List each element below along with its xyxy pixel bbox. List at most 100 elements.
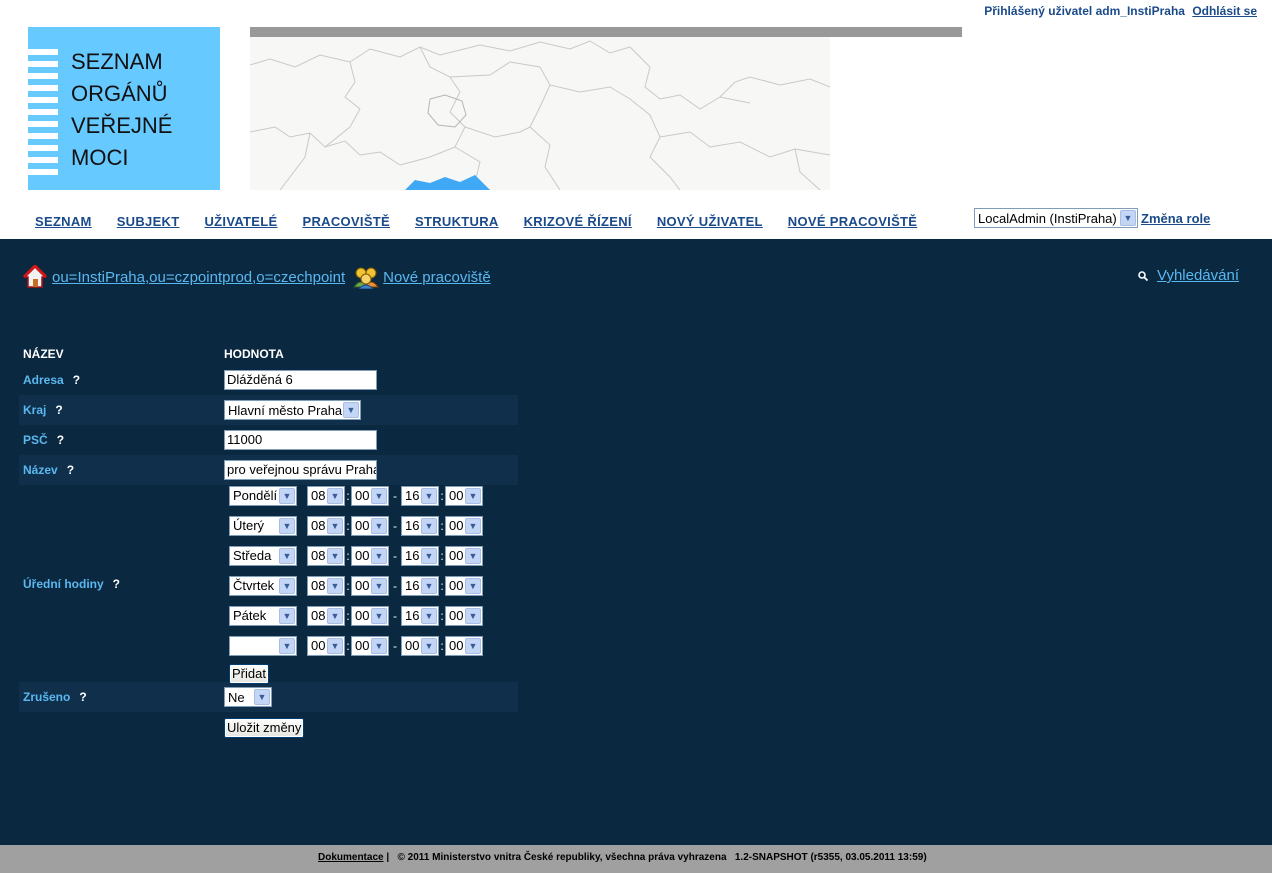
hours-entry: Čtvrtek ▼ 08 ▼ : 00 ▼ - 16 ▼ : 00 ▼ [229, 571, 518, 601]
chevron-down-icon: ▼ [327, 517, 343, 534]
from-hour-select[interactable]: 08 ▼ [307, 485, 345, 506]
help-icon[interactable]: ? [113, 577, 120, 591]
day-select[interactable]: ▼ [229, 635, 297, 656]
to-minute-select[interactable]: 00 ▼ [445, 545, 483, 566]
office-hours-row: Úřední hodiny? Pondělí ▼ 08 ▼ : 00 ▼ - 16 ▼ … [19, 485, 518, 684]
from-hour-select[interactable]: 00 ▼ [307, 635, 345, 656]
docs-link[interactable]: Dokumentace [318, 852, 384, 863]
office-hours-label: Úřední hodiny? [23, 576, 121, 591]
copyright-text: © 2011 Ministerstvo vnitra České republi… [397, 852, 727, 863]
role-select[interactable]: LocalAdmin (InstiPraha) ▼ [974, 208, 1138, 228]
chevron-down-icon: ▼ [421, 547, 437, 564]
chevron-down-icon: ▼ [279, 517, 295, 534]
from-minute-select[interactable]: 00 ▼ [351, 515, 389, 536]
breadcrumb-current-link[interactable]: Nové pracoviště [383, 269, 491, 286]
to-minute-select[interactable]: 00 ▼ [445, 605, 483, 626]
help-icon[interactable]: ? [55, 403, 62, 417]
main-nav: SEZNAM SUBJEKT UŽIVATELÉ PRACOVIŠTĚ STRU… [35, 214, 942, 229]
from-hour-select[interactable]: 08 ▼ [307, 605, 345, 626]
chevron-down-icon: ▼ [465, 637, 481, 654]
breadcrumb: ou=InstiPraha,ou=czpointprod,o=czechpoin… [23, 265, 491, 289]
people-icon [353, 267, 380, 289]
chevron-down-icon: ▼ [371, 547, 387, 564]
region-select[interactable]: Hlavní město Praha ▼ [224, 400, 361, 420]
help-icon[interactable]: ? [73, 373, 80, 387]
name-label: Název? [23, 463, 75, 477]
chevron-down-icon: ▼ [343, 402, 359, 418]
cancelled-label: Zrušeno? [23, 690, 87, 704]
from-minute-select[interactable]: 00 ▼ [351, 575, 389, 596]
help-icon[interactable]: ? [79, 690, 86, 704]
chevron-down-icon: ▼ [279, 487, 295, 504]
chevron-down-icon: ▼ [371, 577, 387, 594]
from-hour-select[interactable]: 08 ▼ [307, 545, 345, 566]
chevron-down-icon: ▼ [327, 547, 343, 564]
from-hour-select[interactable]: 08 ▼ [307, 575, 345, 596]
nav-nove-pracoviste[interactable]: NOVÉ PRACOVIŠTĚ [788, 214, 917, 229]
add-hours-button[interactable]: Přidat [229, 663, 269, 684]
version-text: 1.2-SNAPSHOT (r5355, 03.05.2011 13:59) [734, 852, 927, 863]
chevron-down-icon: ▼ [371, 487, 387, 504]
hours-entry-new: ▼ 00 ▼ : 00 ▼ - 00 ▼ : 00 ▼ [229, 631, 518, 661]
chevron-down-icon: ▼ [421, 487, 437, 504]
map-top-bar [250, 27, 962, 37]
chevron-down-icon: ▼ [421, 577, 437, 594]
to-minute-select[interactable]: 00 ▼ [445, 485, 483, 506]
zip-input[interactable]: 11000 [224, 430, 377, 450]
day-select[interactable]: Úterý ▼ [229, 515, 297, 536]
cancelled-select[interactable]: Ne ▼ [224, 687, 272, 707]
chevron-down-icon: ▼ [465, 487, 481, 504]
to-minute-select[interactable]: 00 ▼ [445, 515, 483, 536]
from-minute-select[interactable]: 00 ▼ [351, 635, 389, 656]
chevron-down-icon: ▼ [465, 517, 481, 534]
change-role-link[interactable]: Změna role [1141, 211, 1210, 226]
nav-struktura[interactable]: STRUKTURA [415, 214, 499, 229]
logged-user-label: Přihlášený uživatel adm_InstiPraha [984, 4, 1185, 18]
from-minute-select[interactable]: 00 ▼ [351, 485, 389, 506]
breadcrumb-root-link[interactable]: ou=InstiPraha,ou=czpointprod,o=czechpoin… [52, 269, 345, 286]
to-hour-select[interactable]: 16 ▼ [401, 485, 439, 506]
to-hour-select[interactable]: 16 ▼ [401, 575, 439, 596]
save-button[interactable]: Uložit změny [224, 718, 305, 738]
chevron-down-icon: ▼ [327, 607, 343, 624]
nav-subjekt[interactable]: SUBJEKT [117, 214, 180, 229]
nav-novy-uzivatel[interactable]: NOVÝ UŽIVATEL [657, 214, 763, 229]
day-select[interactable]: Pondělí ▼ [229, 485, 297, 506]
to-hour-select[interactable]: 16 ▼ [401, 515, 439, 536]
to-hour-select[interactable]: 16 ▼ [401, 545, 439, 566]
from-minute-select[interactable]: 00 ▼ [351, 545, 389, 566]
from-hour-select[interactable]: 08 ▼ [307, 515, 345, 536]
chevron-down-icon: ▼ [279, 547, 295, 564]
col-name-header: NÁZEV [23, 347, 64, 361]
cancelled-row: Zrušeno? Ne ▼ [19, 682, 518, 712]
name-input[interactable]: pro veřejnou správu Praha [224, 460, 377, 480]
zip-label: PSČ? [23, 433, 65, 447]
chevron-down-icon: ▼ [279, 577, 295, 594]
nav-krizove-rizeni[interactable]: KRIZOVÉ ŘÍZENÍ [524, 214, 632, 229]
chevron-down-icon: ▼ [465, 577, 481, 594]
logout-link[interactable]: Odhlásit se [1192, 4, 1257, 18]
nav-seznam[interactable]: SEZNAM [35, 214, 92, 229]
search-link[interactable]: Vyhledávání [1157, 267, 1239, 284]
from-minute-select[interactable]: 00 ▼ [351, 605, 389, 626]
nav-pracoviste[interactable]: PRACOVIŠTĚ [302, 214, 390, 229]
to-hour-select[interactable]: 16 ▼ [401, 605, 439, 626]
chevron-down-icon: ▼ [327, 577, 343, 594]
day-select[interactable]: Čtvrtek ▼ [229, 575, 297, 596]
chevron-down-icon: ▼ [254, 689, 270, 705]
day-select[interactable]: Středa ▼ [229, 545, 297, 566]
help-icon[interactable]: ? [57, 433, 64, 447]
role-switcher: LocalAdmin (InstiPraha) ▼ Změna role [974, 208, 1210, 228]
chevron-down-icon: ▼ [371, 637, 387, 654]
to-minute-select[interactable]: 00 ▼ [445, 575, 483, 596]
nav-uzivatele[interactable]: UŽIVATELÉ [204, 214, 277, 229]
help-icon[interactable]: ? [67, 463, 74, 477]
address-input[interactable]: Dlážděná 6 [224, 370, 377, 390]
to-minute-select[interactable]: 00 ▼ [445, 635, 483, 656]
to-hour-select[interactable]: 00 ▼ [401, 635, 439, 656]
logo[interactable]: SEZNAM ORGÁNŮ VEŘEJNÉ MOCI [28, 27, 220, 190]
day-select[interactable]: Pátek ▼ [229, 605, 297, 626]
page-header: Přihlášený uživatel adm_InstiPraha Odhlá… [0, 0, 1272, 239]
hours-entry: Středa ▼ 08 ▼ : 00 ▼ - 16 ▼ : 00 ▼ [229, 541, 518, 571]
house-icon [23, 265, 47, 288]
